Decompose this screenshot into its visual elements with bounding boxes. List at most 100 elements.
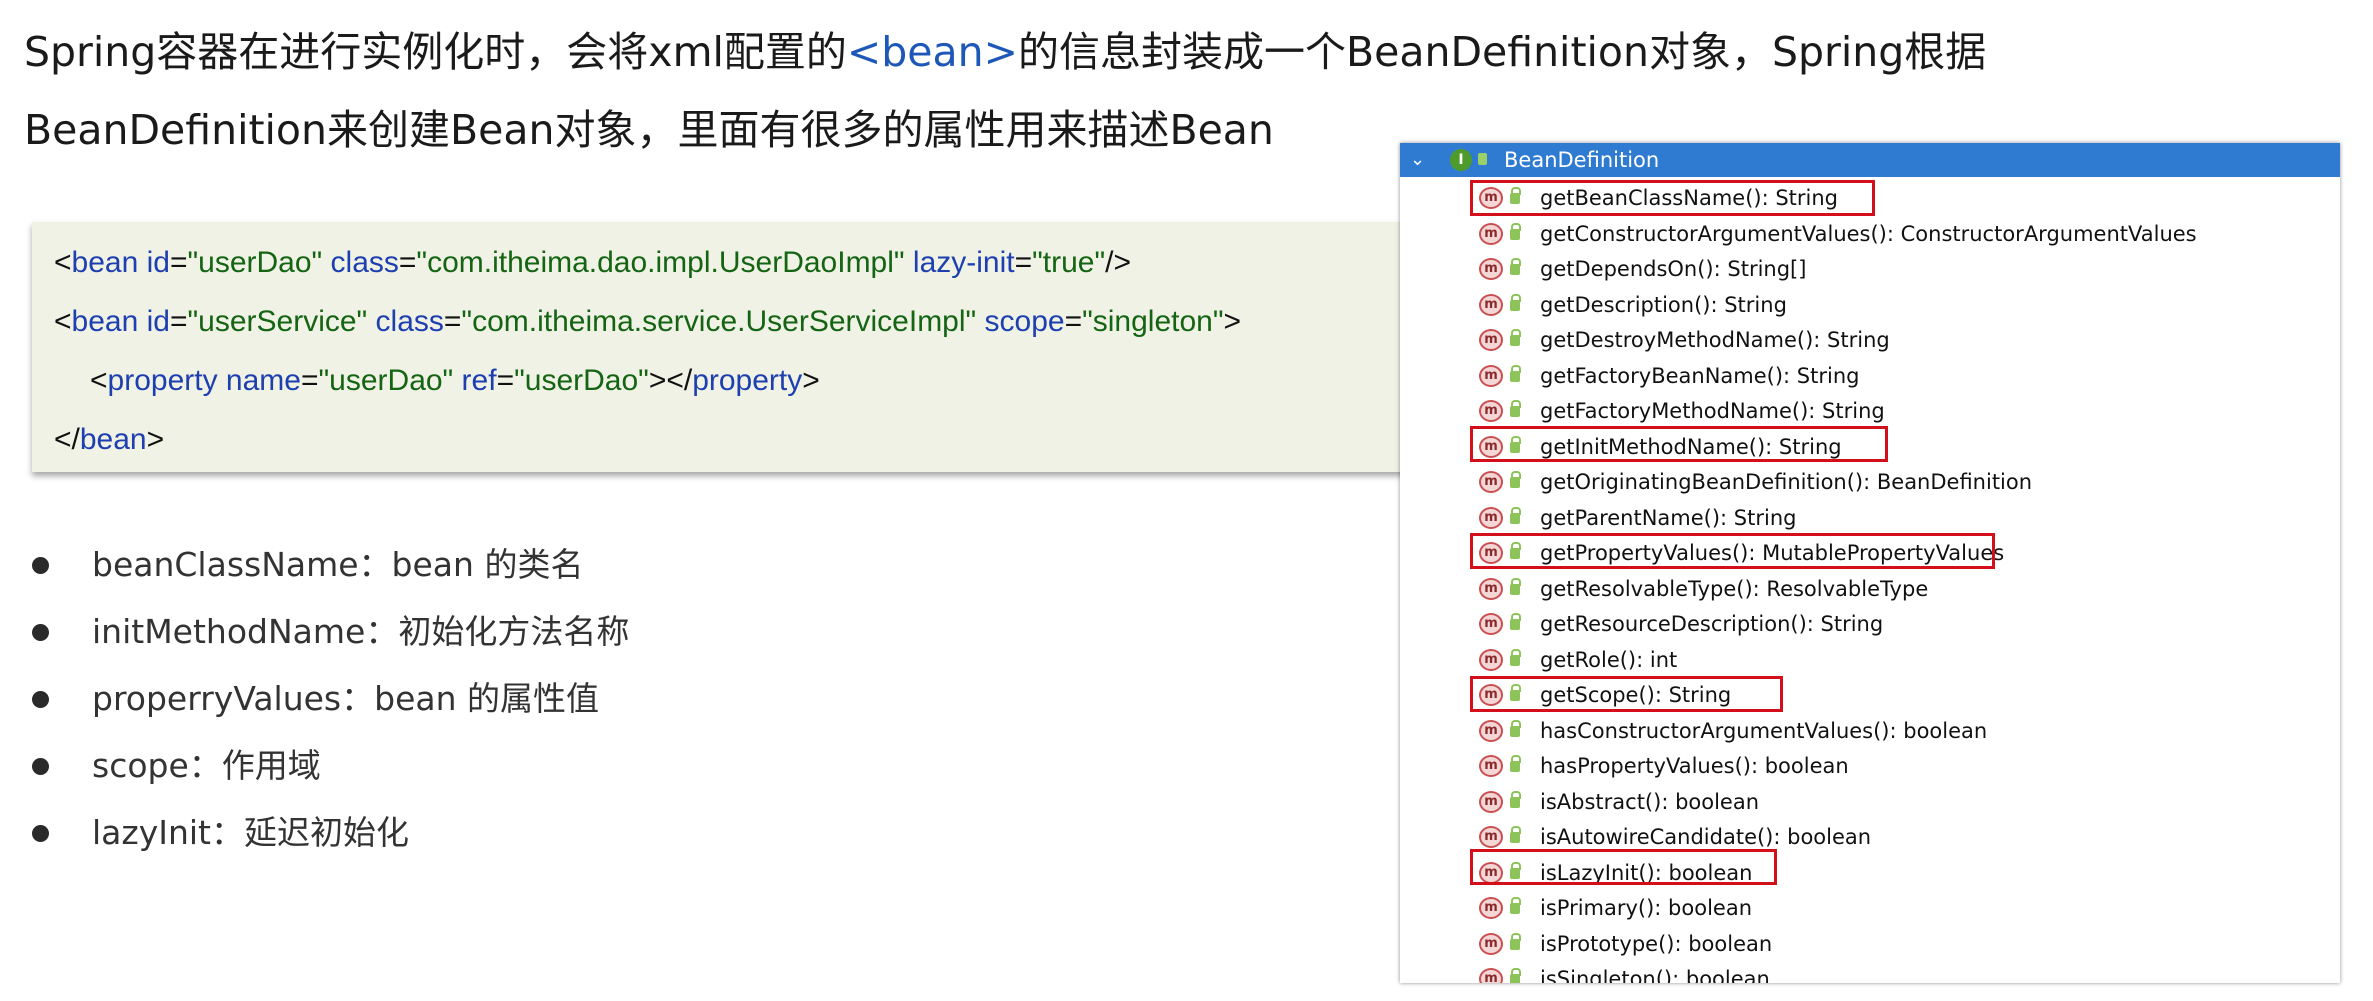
public-lock-icon (1510, 968, 1521, 983)
tree-method-row[interactable]: m hasConstructorArgumentValues(): boolean (1400, 714, 2340, 749)
bullet-dot-icon (32, 825, 49, 842)
method-icon: m (1479, 613, 1503, 635)
tree-method-row[interactable]: m getDestroyMethodName(): String (1400, 323, 2340, 358)
public-lock-icon (1510, 364, 1521, 382)
method-icon: m (1479, 755, 1503, 777)
method-signature: getParentName(): String (1540, 505, 1797, 530)
method-icon: m (1479, 932, 1503, 955)
public-lock-icon (1510, 435, 1521, 453)
method-signature: isLazyInit(): boolean (1540, 860, 1753, 885)
method-icon: m (1479, 897, 1503, 919)
tree-method-row[interactable]: m isSingleton(): boolean (1400, 962, 2340, 983)
method-icon: m (1479, 826, 1503, 848)
tree-method-row[interactable]: m getFactoryMethodName(): String (1400, 394, 2340, 429)
tree-method-row[interactable]: m getDependsOn(): String[] (1400, 252, 2340, 287)
public-lock-icon (1510, 613, 1521, 630)
method-signature: getInitMethodName(): String (1540, 434, 1842, 459)
code-line-3: <property name="userDao" ref="userDao"><… (90, 364, 820, 397)
method-icon: m (1479, 187, 1503, 209)
public-lock-icon (1510, 897, 1521, 914)
tree-method-row[interactable]: m getBeanClassName(): String (1400, 181, 2340, 216)
structure-tree-panel[interactable]: ⌄ I BeanDefinition m getBeanClassName(): … (1400, 143, 2340, 983)
method-signature: getDependsOn(): String[] (1540, 257, 1807, 281)
method-signature: getFactoryMethodName(): String (1540, 399, 1885, 423)
bullet-dot-icon (32, 624, 49, 641)
public-lock-icon (1510, 222, 1521, 240)
method-signature: getRole(): int (1540, 647, 1678, 672)
heading-line-1-suffix: 的信息封装成一个BeanDefinition对象，Spring根据 (1017, 28, 1987, 76)
method-icon: m (1479, 471, 1503, 493)
chevron-down-icon[interactable]: ⌄ (1410, 143, 1425, 177)
tree-method-row[interactable]: m isAutowireCandidate(): boolean (1400, 820, 2340, 855)
method-signature: isAutowireCandidate(): boolean (1540, 825, 1872, 849)
tree-method-row[interactable]: m getScope(): String (1400, 678, 2340, 713)
tree-method-row[interactable]: m getRole(): int (1400, 643, 2340, 678)
tree-method-row[interactable]: m getPropertyValues(): MutablePropertyVal… (1400, 536, 2340, 571)
tree-root-label: BeanDefinition (1504, 148, 1660, 172)
public-lock-icon (1510, 790, 1521, 808)
public-lock-icon (1510, 506, 1521, 524)
method-signature: isSingleton(): boolean (1540, 967, 1770, 983)
method-icon: m (1479, 968, 1503, 983)
public-lock-icon (1510, 648, 1521, 666)
method-icon: m (1479, 222, 1503, 245)
tree-method-row[interactable]: m getResourceDescription(): String (1400, 607, 2340, 642)
public-lock-icon (1478, 153, 1487, 165)
tree-method-row[interactable]: m hasPropertyValues(): boolean (1400, 749, 2340, 784)
code-line-1: <bean id="userDao" class="com.itheima.da… (54, 246, 1131, 279)
bean-tag-inline: <bean> (846, 28, 1018, 76)
method-signature: isPrimary(): boolean (1540, 896, 1753, 920)
method-signature: isAbstract(): boolean (1540, 789, 1760, 814)
public-lock-icon (1510, 684, 1521, 701)
method-signature: getFactoryBeanName(): String (1540, 363, 1860, 388)
method-signature: getConstructorArgumentValues(): Construc… (1540, 221, 2197, 246)
method-icon: m (1479, 364, 1503, 387)
public-lock-icon (1510, 932, 1521, 950)
code-line-4: </bean> (54, 423, 165, 456)
method-signature: hasConstructorArgumentValues(): boolean (1540, 718, 1988, 743)
tree-method-row[interactable]: m getOriginatingBeanDefinition(): BeanDef… (1400, 465, 2340, 500)
method-icon: m (1479, 861, 1503, 884)
tree-node-beandefinition[interactable]: ⌄ I BeanDefinition (1400, 143, 2340, 177)
tree-method-row[interactable]: m isPrimary(): boolean (1400, 891, 2340, 926)
public-lock-icon (1510, 577, 1521, 595)
tree-method-row[interactable]: m getDescription(): String (1400, 288, 2340, 323)
method-icon: m (1479, 258, 1503, 280)
method-icon: m (1479, 684, 1503, 706)
tree-method-row[interactable]: m getParentName(): String (1400, 501, 2340, 536)
tree-method-row[interactable]: m getConstructorArgumentValues(): Constru… (1400, 217, 2340, 252)
method-signature: getResourceDescription(): String (1540, 612, 1884, 636)
tree-method-row[interactable]: m getFactoryBeanName(): String (1400, 359, 2340, 394)
method-icon: m (1479, 329, 1503, 351)
method-icon: m (1479, 648, 1503, 671)
heading-line-1-prefix: Spring容器在进行实例化时，会将xml配置的 (24, 28, 847, 76)
method-signature: getScope(): String (1540, 683, 1732, 707)
public-lock-icon (1510, 400, 1521, 417)
heading-line-1: Spring容器在进行实例化时，会将xml配置的<bean>的信息封装成一个Be… (24, 22, 1986, 82)
tree-method-row[interactable]: m isPrototype(): boolean (1400, 927, 2340, 962)
code-line-2: <bean id="userService" class="com.itheim… (54, 305, 1242, 338)
heading-line-2: BeanDefinition来创建Bean对象，里面有很多的属性用来描述Bean (24, 106, 1274, 154)
public-lock-icon (1510, 542, 1521, 559)
public-lock-icon (1510, 826, 1521, 843)
bullet-dot-icon (32, 758, 49, 775)
method-signature: getResolvableType(): ResolvableType (1540, 576, 1929, 601)
method-signature: getOriginatingBeanDefinition(): BeanDefi… (1540, 470, 2033, 494)
bullet-dot-icon (32, 557, 49, 574)
public-lock-icon (1510, 187, 1521, 204)
tree-method-row[interactable]: m isLazyInit(): boolean (1400, 856, 2340, 891)
tree-method-row[interactable]: m isAbstract(): boolean (1400, 785, 2340, 820)
bullet-dot-icon (32, 691, 49, 708)
tree-method-row[interactable]: m getInitMethodName(): String (1400, 430, 2340, 465)
method-signature: getBeanClassName(): String (1540, 186, 1838, 210)
method-signature: getDescription(): String (1540, 292, 1787, 317)
public-lock-icon (1510, 293, 1521, 311)
method-icon: m (1479, 790, 1503, 813)
public-lock-icon (1510, 861, 1521, 879)
public-lock-icon (1510, 471, 1521, 488)
tree-method-row[interactable]: m getResolvableType(): ResolvableType (1400, 572, 2340, 607)
method-signature: hasPropertyValues(): boolean (1540, 754, 1849, 778)
method-signature: getDestroyMethodName(): String (1540, 328, 1890, 352)
method-icon: m (1479, 400, 1503, 422)
method-signature: isPrototype(): boolean (1540, 931, 1773, 956)
